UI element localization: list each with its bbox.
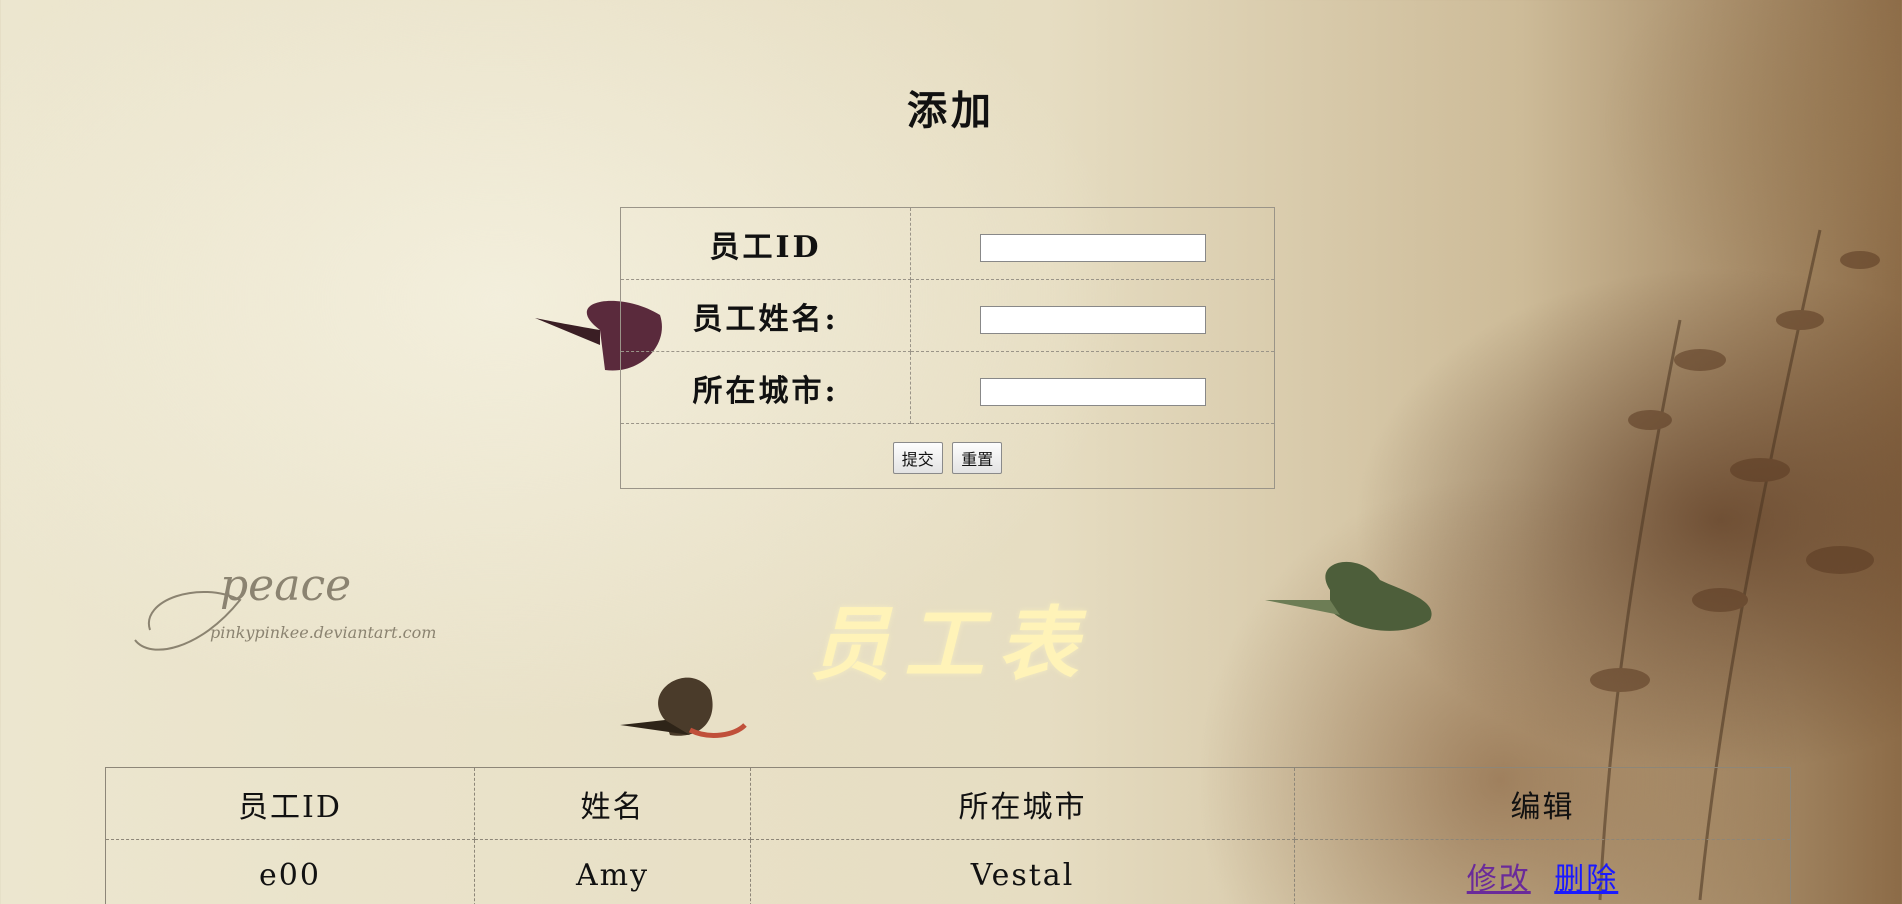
reset-button[interactable]: 重置 [952, 442, 1003, 474]
table-header-row: 员工ID 姓名 所在城市 编辑 [105, 767, 1791, 840]
cell-edit-actions: 修改 删除 [1294, 839, 1791, 904]
employee-table: 员工ID 姓名 所在城市 编辑 e00 Amy Vestal 修改 删除 [105, 767, 1791, 904]
cell-employee-name: Amy [474, 839, 751, 904]
column-header-city: 所在城市 [750, 767, 1295, 840]
submit-button[interactable]: 提交 [892, 442, 943, 474]
delete-link[interactable]: 删除 [1554, 862, 1618, 897]
edit-link[interactable]: 修改 [1467, 862, 1531, 897]
form-row-name: 员工姓名: [620, 279, 1275, 352]
employee-city-input[interactable] [979, 378, 1206, 406]
form-row-city: 所在城市: [620, 351, 1275, 424]
form-row-id: 员工ID [620, 207, 1275, 280]
employee-name-input[interactable] [979, 306, 1206, 334]
employee-id-label: 员工ID [620, 207, 911, 280]
add-employee-table: 员工ID 员工姓名: 所在城市: 提交 重置 [620, 207, 1275, 489]
column-header-id: 员工ID [105, 767, 475, 840]
column-header-edit: 编辑 [1294, 767, 1791, 840]
cell-employee-id: e00 [105, 839, 475, 904]
employee-id-input[interactable] [979, 234, 1206, 262]
form-row-actions: 提交 重置 [620, 423, 1275, 489]
table-row: e00 Amy Vestal 修改 删除 [105, 839, 1791, 904]
page-title: 添加 [907, 87, 995, 134]
employee-name-label: 员工姓名: [620, 279, 911, 352]
cell-employee-city: Vestal [750, 839, 1295, 904]
employee-city-label: 所在城市: [620, 351, 911, 424]
column-header-name: 姓名 [474, 767, 751, 840]
employee-table-title: 员工表 [810, 597, 1092, 691]
